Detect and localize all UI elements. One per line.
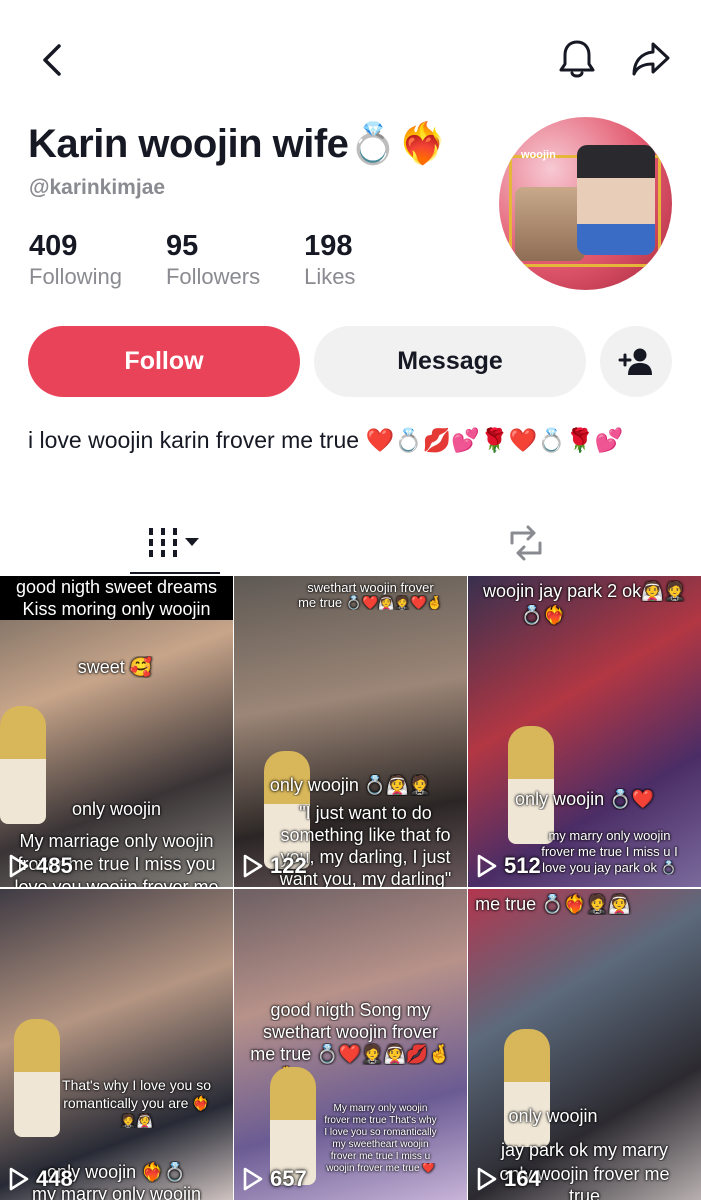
video-caption: woojin frover me true ❤️ bbox=[326, 1163, 435, 1174]
video-caption: swethart woojin frover bbox=[307, 580, 434, 595]
video-caption: me true 💍❤️‍🔥🤵👰 bbox=[475, 894, 631, 914]
video-caption: good nigth Song my bbox=[270, 1000, 431, 1020]
play-icon bbox=[9, 1167, 29, 1191]
video-caption: swethart woojin frover bbox=[262, 1022, 439, 1042]
video-caption: Kiss moring only woojin bbox=[0, 598, 233, 620]
microphone-image bbox=[504, 1029, 550, 1147]
video-caption: only woojin bbox=[71, 799, 162, 819]
microphone-image bbox=[508, 726, 554, 844]
video-caption: 💍❤️‍🔥 bbox=[520, 605, 566, 625]
stat-following[interactable]: 409 Following bbox=[29, 230, 122, 290]
profile-bio: i love woojin karin frover me true ❤️💍💋💕… bbox=[28, 427, 624, 453]
view-count-value: 485 bbox=[36, 853, 73, 878]
view-count: 122 bbox=[242, 853, 307, 879]
play-icon bbox=[477, 1167, 497, 1191]
view-count: 164 bbox=[476, 1166, 541, 1192]
view-count-value: 164 bbox=[504, 1166, 541, 1191]
share-button[interactable] bbox=[628, 36, 674, 82]
avatar-photo-right bbox=[577, 145, 655, 255]
add-person-icon bbox=[618, 348, 652, 375]
view-count-value: 657 bbox=[270, 1166, 307, 1191]
video-caption: jay park ok my marry bbox=[500, 1140, 669, 1160]
video-caption: good nigth sweet dreams bbox=[0, 576, 233, 598]
tab-reposts[interactable] bbox=[350, 512, 701, 574]
video-caption: frover me true I miss u bbox=[330, 1151, 431, 1162]
chevron-left-icon bbox=[43, 44, 61, 76]
play-icon bbox=[243, 854, 263, 878]
video-caption: I love you so romantically bbox=[324, 1127, 437, 1138]
avatar-photo-left bbox=[515, 187, 585, 261]
video-caption: my sweetheart woojin bbox=[332, 1139, 429, 1150]
tab-videos[interactable] bbox=[0, 512, 350, 574]
stat-followers-label: Followers bbox=[165, 264, 261, 289]
video-caption: me true 💍❤️🤵👰💋🤞 bbox=[250, 1044, 451, 1064]
view-count: 485 bbox=[8, 853, 73, 879]
avatar[interactable]: woojin bbox=[499, 117, 672, 290]
stat-following-label: Following bbox=[29, 264, 122, 289]
stat-likes-label: Likes bbox=[304, 264, 356, 289]
add-friend-button[interactable] bbox=[600, 326, 672, 397]
avatar-text: woojin bbox=[521, 149, 556, 161]
play-icon bbox=[243, 1167, 263, 1191]
stat-following-value: 409 bbox=[29, 230, 78, 262]
view-count: 512 bbox=[476, 853, 541, 879]
stat-followers[interactable]: 95 Followers bbox=[166, 230, 260, 290]
view-count-value: 512 bbox=[504, 853, 541, 878]
video-caption: my marry only woojin bbox=[548, 828, 671, 843]
video-caption: only woojin bbox=[508, 1106, 598, 1126]
stat-followers-value: 95 bbox=[165, 230, 199, 262]
view-count-value: 122 bbox=[270, 853, 307, 878]
video-grid: good nigth sweet dreams Kiss moring only… bbox=[0, 576, 701, 1200]
active-tab-indicator bbox=[130, 572, 220, 574]
play-icon bbox=[477, 854, 497, 878]
video-caption: My marriage only woojin bbox=[19, 831, 214, 851]
video-caption: romantically you are ❤️‍🔥 bbox=[63, 1095, 210, 1111]
video-caption: "I just want to do bbox=[299, 803, 432, 823]
video-caption: frover me true That's why bbox=[324, 1115, 437, 1126]
video-thumbnail[interactable]: That's why I love you so romantically yo… bbox=[0, 889, 233, 1200]
video-caption: frover me true I miss u I bbox=[541, 844, 678, 859]
video-caption: love you jay park ok 💍 bbox=[542, 860, 677, 875]
message-button[interactable]: Message bbox=[314, 326, 586, 397]
follow-button[interactable]: Follow bbox=[28, 326, 300, 397]
profile-tabs bbox=[0, 512, 701, 576]
video-thumbnail[interactable]: good nigth Song my swethart woojin frove… bbox=[234, 889, 467, 1200]
video-caption: only woojin 💍❤️ bbox=[515, 789, 654, 809]
share-arrow-icon bbox=[632, 42, 670, 76]
video-caption: 🤵👰 bbox=[120, 1113, 153, 1128]
back-button[interactable] bbox=[30, 38, 74, 82]
video-caption: My marry only woojin bbox=[333, 1103, 428, 1114]
notification-button[interactable] bbox=[554, 36, 600, 82]
profile-username: @karinkimjae bbox=[29, 176, 166, 199]
top-bar bbox=[0, 0, 701, 120]
bell-icon bbox=[559, 40, 595, 78]
video-thumbnail[interactable]: me true 💍❤️‍🔥🤵👰 only woojin jay park ok … bbox=[468, 889, 701, 1200]
video-thumbnail[interactable]: swethart woojin frover me true 💍❤️👰🤵❤️🤞 … bbox=[234, 576, 467, 887]
video-thumbnail[interactable]: woojin jay park 2 ok👰🤵 💍❤️‍🔥 only woojin… bbox=[468, 576, 701, 887]
video-caption: sweet 🥰 bbox=[77, 657, 153, 677]
repost-icon bbox=[510, 525, 541, 561]
profile-display-name: Karin woojin wife💍❤️‍🔥 bbox=[28, 122, 448, 166]
video-caption: only woojin 💍👰🤵 bbox=[269, 775, 432, 795]
view-count-value: 448 bbox=[36, 1166, 73, 1191]
video-caption: me true 💍❤️👰🤵❤️🤞 bbox=[298, 595, 443, 610]
view-count: 657 bbox=[242, 1166, 307, 1192]
grid-videos-icon bbox=[149, 528, 199, 557]
profile-stats: 409 Following 95 Followers 198 Likes bbox=[29, 230, 399, 290]
video-thumbnail[interactable]: good nigth sweet dreams Kiss moring only… bbox=[0, 576, 233, 887]
stat-likes-value: 198 bbox=[304, 230, 353, 262]
stat-likes[interactable]: 198 Likes bbox=[304, 230, 355, 290]
play-icon bbox=[9, 854, 29, 878]
view-count: 448 bbox=[8, 1166, 73, 1192]
video-caption: woojin jay park 2 ok👰🤵 bbox=[483, 581, 686, 601]
video-caption: something like that fo bbox=[280, 825, 451, 845]
video-caption: That's why I love you so bbox=[62, 1077, 211, 1093]
